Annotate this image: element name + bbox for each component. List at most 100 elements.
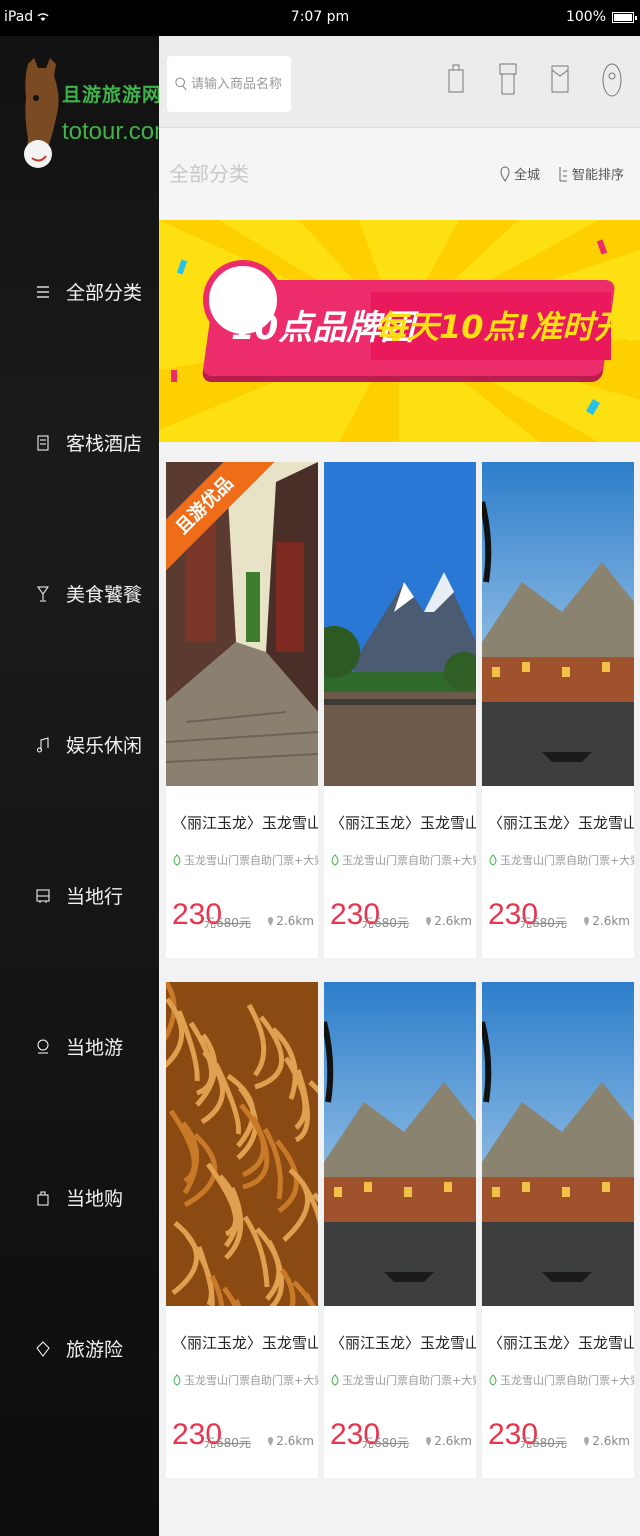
sidebar-item-all[interactable]: 全部分类	[0, 216, 159, 367]
leaf-icon	[173, 1374, 181, 1386]
insurance-icon	[36, 1340, 50, 1357]
sidebar-item-food[interactable]: 美食饕餮	[0, 518, 159, 669]
filter-area[interactable]: 全城	[500, 164, 540, 183]
product-distance-text: 2.6km	[434, 914, 472, 928]
user-icon[interactable]	[602, 60, 622, 100]
product-title: 〈丽江玉龙〉玉龙雪山套票	[172, 814, 318, 832]
product-title: 〈丽江玉龙〉玉龙雪山套票	[488, 1334, 634, 1352]
list-icon	[37, 285, 49, 298]
product-image	[482, 982, 634, 1306]
product-distance: 2.6km	[267, 914, 314, 928]
product-distance: 2.6km	[583, 1434, 630, 1448]
sidebar-item-transport[interactable]: 当地行	[0, 820, 159, 971]
product-card-1[interactable]: 且游优品 〈丽江玉龙〉玉龙雪山套票 玉龙雪山门票自助门票+大索道门票 230 元…	[166, 462, 318, 958]
tour-icon	[37, 1039, 49, 1053]
product-old-price: 680元	[216, 1436, 251, 1450]
location-pin-icon	[268, 916, 274, 926]
sidebar-item-label: 当地行	[66, 886, 124, 908]
store-icon[interactable]	[498, 60, 518, 100]
product-distance: 2.6km	[267, 1434, 314, 1448]
header	[159, 36, 640, 128]
product-old-price: 680元	[216, 916, 251, 930]
product-desc: 玉龙雪山门票自助门票+大索道门票	[172, 852, 318, 868]
logo[interactable]: 且游旅游网 totour.com	[22, 50, 174, 170]
product-distance: 2.6km	[425, 914, 472, 928]
shopping-bag-icon[interactable]	[446, 60, 466, 100]
header-icons	[446, 60, 622, 100]
product-image	[482, 462, 634, 786]
sidebar-item-label: 当地购	[66, 1188, 124, 1210]
filter-sort[interactable]: 智能排序	[558, 164, 624, 183]
product-card-3[interactable]: 〈丽江玉龙〉玉龙雪山套票 玉龙雪山门票自助门票+大索道门票 230 元 680元…	[482, 462, 634, 958]
product-title: 〈丽江玉龙〉玉龙雪山套票	[330, 1334, 476, 1352]
sidebar-item-insurance[interactable]: 旅游险	[0, 1273, 159, 1424]
leaf-icon	[331, 1374, 339, 1386]
product-desc: 玉龙雪山门票自助门票+大索道门票	[172, 1372, 318, 1388]
sidebar-item-tour[interactable]: 当地游	[0, 971, 159, 1122]
location-pin-icon	[500, 166, 510, 182]
sidebar: 且游旅游网 totour.com 全部分类 客栈酒店 美食饕餮 娱乐休闲 当地行…	[0, 36, 174, 1536]
status-right: 100%	[565, 9, 637, 25]
message-icon[interactable]	[550, 60, 570, 100]
product-card-5[interactable]: 〈丽江玉龙〉玉龙雪山套票 玉龙雪山门票自助门票+大索道门票 230 元 680元…	[324, 982, 476, 1478]
product-card-2[interactable]: 〈丽江玉龙〉玉龙雪山套票 玉龙雪山门票自助门票+大索道门票 230 元 680元…	[324, 462, 476, 958]
product-old-price: 680元	[532, 1436, 567, 1450]
product-desc-text: 玉龙雪山门票自助门票+大索道门票	[500, 854, 634, 867]
product-old-price: 680元	[374, 1436, 409, 1450]
sidebar-item-label: 美食饕餮	[66, 584, 143, 606]
product-distance-text: 2.6km	[276, 914, 314, 928]
sidebar-item-hotel[interactable]: 客栈酒店	[0, 367, 159, 518]
product-distance-text: 2.6km	[592, 914, 630, 928]
product-desc-text: 玉龙雪山门票自助门票+大索道门票	[342, 1374, 476, 1387]
filter-area-label: 全城	[513, 168, 540, 183]
shopping-icon	[37, 1191, 49, 1205]
leaf-icon	[489, 1374, 497, 1386]
search-input[interactable]	[191, 76, 291, 92]
promo-banner[interactable]: 10点品牌团 每天10点!准时开抢!	[159, 220, 640, 442]
filter-sort-label: 智能排序	[571, 168, 624, 183]
sidebar-item-shopping[interactable]: 当地购	[0, 1122, 159, 1273]
product-price-unit: 元	[204, 916, 217, 930]
leaf-icon	[489, 854, 497, 866]
brand-name-cn: 且游旅游网	[62, 84, 163, 106]
status-time: 7:07 pm	[290, 9, 350, 25]
product-desc-text: 玉龙雪山门票自助门票+大索道门票	[500, 1374, 634, 1387]
battery-percent: 100%	[565, 9, 606, 25]
location-pin-icon	[426, 916, 432, 926]
product-distance-text: 2.6km	[434, 1434, 472, 1448]
product-image	[166, 982, 318, 1306]
battery-icon	[612, 11, 637, 23]
category-title: 全部分类	[169, 162, 249, 186]
category-bar: 全部分类 全城 智能排序	[159, 128, 640, 220]
music-icon	[37, 736, 49, 752]
product-desc-text: 玉龙雪山门票自助门票+大索道门票	[184, 854, 318, 867]
product-card-6[interactable]: 〈丽江玉龙〉玉龙雪山套票 玉龙雪山门票自助门票+大索道门票 230 元 680元…	[482, 982, 634, 1478]
hotel-icon	[37, 435, 49, 450]
horse-mascot-icon	[24, 58, 59, 168]
location-pin-icon	[268, 1436, 274, 1446]
product-old-price: 680元	[532, 916, 567, 930]
product-desc: 玉龙雪山门票自助门票+大索道门票	[330, 852, 476, 868]
brand-name-en: totour.com	[62, 118, 175, 145]
product-distance: 2.6km	[583, 914, 630, 928]
sort-icon	[559, 166, 567, 181]
product-card-4[interactable]: 〈丽江玉龙〉玉龙雪山套票 玉龙雪山门票自助门票+大索道门票 230 元 680元…	[166, 982, 318, 1478]
product-title: 〈丽江玉龙〉玉龙雪山套票	[330, 814, 476, 832]
sidebar-item-label: 全部分类	[66, 282, 143, 304]
product-distance-text: 2.6km	[592, 1434, 630, 1448]
search-box[interactable]	[167, 56, 291, 112]
product-price-unit: 元	[520, 1436, 533, 1450]
sidebar-item-label: 娱乐休闲	[66, 735, 143, 757]
sidebar-nav: 全部分类 客栈酒店 美食饕餮 娱乐休闲 当地行 当地游 当地购 旅游险	[0, 216, 159, 1424]
product-desc: 玉龙雪山门票自助门票+大索道门票	[488, 1372, 634, 1388]
product-title: 〈丽江玉龙〉玉龙雪山套票	[172, 1334, 318, 1352]
product-desc: 玉龙雪山门票自助门票+大索道门票	[330, 1372, 476, 1388]
product-image: 且游优品	[166, 462, 318, 786]
product-price-unit: 元	[362, 916, 375, 930]
leaf-icon	[173, 854, 181, 866]
product-image	[324, 982, 476, 1306]
filters: 全城 智能排序	[500, 164, 624, 183]
sidebar-item-leisure[interactable]: 娱乐休闲	[0, 669, 159, 820]
product-title: 〈丽江玉龙〉玉龙雪山套票	[488, 814, 634, 832]
product-desc-text: 玉龙雪山门票自助门票+大索道门票	[342, 854, 476, 867]
